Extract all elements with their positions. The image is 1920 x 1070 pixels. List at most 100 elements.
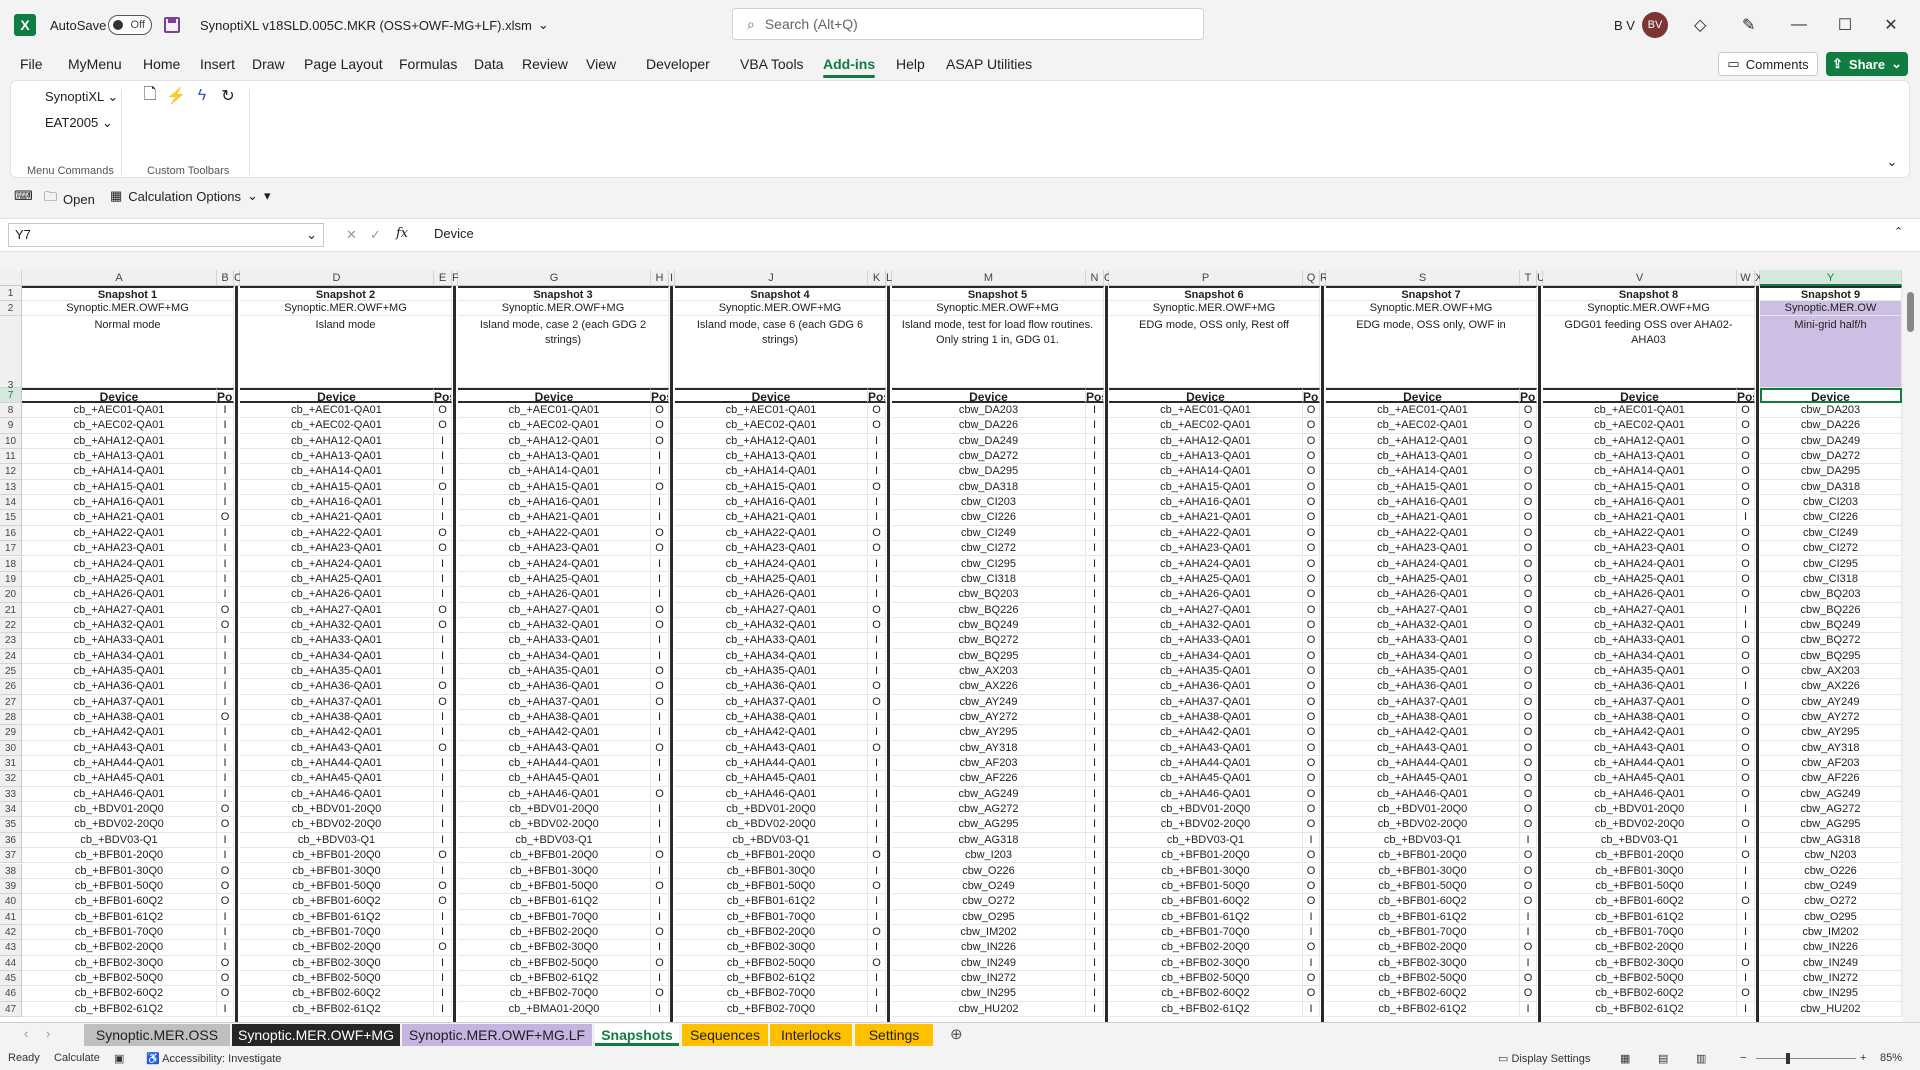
minimize-icon[interactable]: — xyxy=(1776,0,1822,50)
device-cell[interactable]: cb_+AHA43-QA01 xyxy=(1109,740,1303,757)
device-cell[interactable]: cbw_CI249 xyxy=(892,525,1086,542)
pos-cell[interactable]: O xyxy=(1737,571,1755,588)
device-cell[interactable]: cb_+BDV01-20Q0 xyxy=(1543,802,1737,818)
pos-cell[interactable]: O xyxy=(217,878,234,895)
pos-cell[interactable]: I xyxy=(217,909,234,925)
device-cell[interactable]: cb_+BFB01-60Q2 xyxy=(240,894,434,910)
device-cell[interactable]: cbw_AY318 xyxy=(1760,740,1902,757)
pos-cell[interactable]: I xyxy=(868,771,886,787)
row-header-41[interactable]: 41 xyxy=(0,909,22,925)
device-cell[interactable]: cb_+BFB02-50Q0 xyxy=(1109,970,1303,987)
pos-cell[interactable]: I xyxy=(651,802,669,818)
device-cell[interactable]: cb_+BFB01-70Q0 xyxy=(1326,924,1520,941)
device-cell[interactable]: cb_+AHA12-QA01 xyxy=(240,433,434,450)
pos-cell[interactable]: I xyxy=(868,756,886,772)
pos-cell[interactable]: I xyxy=(434,464,452,480)
diamond-icon[interactable]: ◇ xyxy=(1694,0,1706,50)
tab-page-layout[interactable]: Page Layout xyxy=(304,56,383,72)
row-header-19[interactable]: 19 xyxy=(0,571,22,588)
device-cell[interactable]: cbw_CI226 xyxy=(1760,510,1902,526)
device-cell[interactable]: cb_+AHA26-QA01 xyxy=(675,587,868,603)
device-cell[interactable]: cb_+AHA34-QA01 xyxy=(22,648,217,664)
device-cell[interactable]: cb_+AHA22-QA01 xyxy=(675,525,868,542)
pos-cell[interactable]: O xyxy=(217,955,234,971)
pos-cell[interactable]: O xyxy=(1737,541,1755,557)
pos-cell[interactable]: O xyxy=(651,955,669,971)
device-cell[interactable]: cb_+BDV02-20Q0 xyxy=(1326,817,1520,833)
device-cell[interactable]: cb_+BFB02-61Q2 xyxy=(458,970,651,987)
snapshot-title[interactable]: Snapshot 8 xyxy=(1543,286,1755,301)
device-cell[interactable]: cb_+AHA25-QA01 xyxy=(675,571,868,588)
device-cell[interactable]: cb_+BDV01-20Q0 xyxy=(458,802,651,818)
device-cell[interactable]: cb_+AHA14-QA01 xyxy=(1543,464,1737,480)
device-cell[interactable]: cb_+AHA34-QA01 xyxy=(1109,648,1303,664)
device-cell[interactable]: cbw_BQ203 xyxy=(892,587,1086,603)
device-cell[interactable]: cb_+AHA15-QA01 xyxy=(1109,479,1303,496)
device-cell[interactable]: cbw_O295 xyxy=(892,909,1086,925)
device-cell[interactable]: cb_+BFB01-50Q0 xyxy=(458,878,651,895)
device-cell[interactable]: cb_+BDV03-Q1 xyxy=(1543,832,1737,849)
pos-cell[interactable]: I xyxy=(868,449,886,465)
pos-cell[interactable]: I xyxy=(1086,694,1104,710)
device-cell[interactable]: cbw_O249 xyxy=(1760,878,1902,895)
pos-cell[interactable]: I xyxy=(1086,663,1104,680)
device-cell[interactable]: cb_+AHA36-QA01 xyxy=(1109,679,1303,695)
pos-cell[interactable]: O xyxy=(651,403,669,419)
pos-cell[interactable]: I xyxy=(1737,878,1755,895)
device-cell[interactable]: cbw_DA249 xyxy=(892,433,1086,450)
zoom-level[interactable]: 85% xyxy=(1880,1052,1902,1064)
device-cell[interactable]: cb_+AEC01-QA01 xyxy=(1543,403,1737,419)
device-cell[interactable]: cb_+AHA46-QA01 xyxy=(1543,786,1737,803)
device-cell[interactable]: cb_+BDV01-20Q0 xyxy=(240,802,434,818)
device-cell[interactable]: cbw_AX203 xyxy=(892,663,1086,680)
device-cell[interactable]: cb_+AHA35-QA01 xyxy=(458,663,651,680)
device-cell[interactable]: cb_+AHA42-QA01 xyxy=(458,725,651,741)
device-cell[interactable]: cb_+AHA37-QA01 xyxy=(675,694,868,710)
pos-cell[interactable]: I xyxy=(1737,602,1755,618)
device-header[interactable]: Device xyxy=(675,388,868,403)
row-header-15[interactable]: 15 xyxy=(0,510,22,526)
device-header[interactable]: Device xyxy=(22,388,217,403)
row-header-12[interactable]: 12 xyxy=(0,464,22,480)
device-cell[interactable]: cb_+BFB01-60Q2 xyxy=(1326,894,1520,910)
device-cell[interactable]: cb_+AHA14-QA01 xyxy=(675,464,868,480)
device-cell[interactable]: cb_+AEC01-QA01 xyxy=(675,403,868,419)
device-cell[interactable]: cb_+AHA45-QA01 xyxy=(458,771,651,787)
row-header-36[interactable]: 36 xyxy=(0,832,22,849)
pos-cell[interactable]: O xyxy=(1303,740,1320,757)
device-cell[interactable]: cbw_AG272 xyxy=(1760,802,1902,818)
device-cell[interactable]: cb_+AHA44-QA01 xyxy=(240,756,434,772)
snapshot-source[interactable]: Synoptic.MER.OWF+MG xyxy=(1543,301,1755,316)
device-cell[interactable]: cb_+BFB01-70Q0 xyxy=(240,924,434,941)
snapshot-source[interactable]: Synoptic.MER.OW xyxy=(1760,301,1902,316)
device-cell[interactable]: cb_+AHA46-QA01 xyxy=(22,786,217,803)
pos-cell[interactable]: I xyxy=(1086,909,1104,925)
pos-cell[interactable]: I xyxy=(434,1001,452,1017)
pos-cell[interactable]: I xyxy=(217,464,234,480)
pos-cell[interactable]: O xyxy=(1520,878,1537,895)
pos-cell[interactable]: I xyxy=(1086,1001,1104,1017)
device-cell[interactable]: cbw_IN295 xyxy=(892,986,1086,1002)
device-cell[interactable]: cb_+AHA33-QA01 xyxy=(1543,633,1737,649)
pos-cell[interactable]: O xyxy=(1303,403,1320,419)
row-header-10[interactable]: 10 xyxy=(0,433,22,450)
device-cell[interactable]: cb_+AHA45-QA01 xyxy=(675,771,868,787)
device-cell[interactable]: cb_+AHA14-QA01 xyxy=(240,464,434,480)
device-cell[interactable]: cb_+BFB01-60Q2 xyxy=(22,894,217,910)
pos-cell[interactable]: O xyxy=(1303,495,1320,511)
pos-cell[interactable]: O xyxy=(434,479,452,496)
row-header-42[interactable]: 42 xyxy=(0,924,22,941)
device-cell[interactable]: cbw_IN249 xyxy=(1760,955,1902,971)
device-cell[interactable]: cb_+AEC01-QA01 xyxy=(1326,403,1520,419)
device-cell[interactable]: cb_+AHA27-QA01 xyxy=(240,602,434,618)
device-cell[interactable]: cb_+AHA36-QA01 xyxy=(458,679,651,695)
pos-cell[interactable]: O xyxy=(1737,740,1755,757)
device-cell[interactable]: cb_+BDV03-Q1 xyxy=(1109,832,1303,849)
customize-qat-icon[interactable]: ▾ xyxy=(264,188,271,204)
device-cell[interactable]: cb_+BFB01-60Q2 xyxy=(1543,894,1737,910)
device-cell[interactable]: cb_+AHA21-QA01 xyxy=(240,510,434,526)
tab-help[interactable]: Help xyxy=(896,56,925,72)
pos-cell[interactable]: I xyxy=(1737,679,1755,695)
row-header-1[interactable]: 1 xyxy=(0,286,22,301)
device-cell[interactable]: cb_+AHA12-QA01 xyxy=(1326,433,1520,450)
